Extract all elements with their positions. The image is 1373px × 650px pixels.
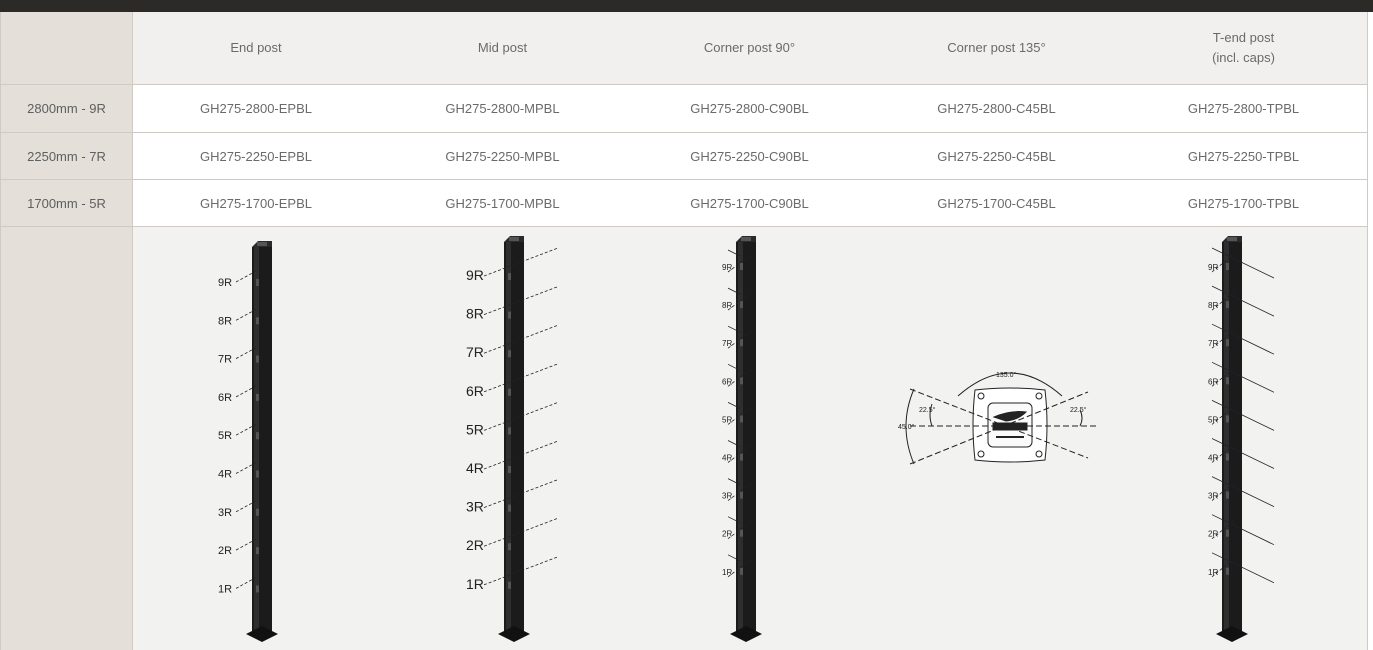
rail-label: 7R	[466, 344, 484, 360]
end-post-diagram: 9R 8R 7R 6R 5R 4R 3R 2R 1R	[218, 241, 278, 642]
rail-label: 3R	[466, 499, 484, 515]
rail-label: 9R	[466, 267, 484, 283]
rail-label: 1R	[722, 568, 732, 577]
rail-label: 9R	[218, 277, 232, 289]
rail-label: 8R	[722, 301, 732, 310]
rail-label: 4R	[1208, 454, 1218, 463]
rail-label: 2R	[1208, 530, 1218, 539]
rail-label: 4R	[218, 469, 232, 481]
rail-label: 3R	[218, 507, 232, 519]
rail-label: 4R	[722, 454, 732, 463]
t-end-post-diagram: 9R 8R 7R 6R 5R 4R 3R 2R 1R	[1208, 236, 1275, 642]
post-diagrams: 9R 8R 7R 6R 5R 4R 3R 2R 1R 9R 8R 7R 6R 5R 4R 3R 2R 1R 9R 8R…	[218, 236, 1275, 642]
rail-label: 4R	[466, 460, 484, 476]
rail-label: 8R	[218, 315, 232, 327]
angle-label: 135.0°	[996, 371, 1017, 379]
rail-label: 1R	[466, 576, 484, 592]
rail-label: 8R	[466, 306, 484, 322]
rail-label: 1R	[218, 583, 232, 595]
angle-label: 45.0°	[898, 423, 915, 431]
rail-label: 6R	[466, 383, 484, 399]
rail-label: 5R	[722, 415, 732, 424]
mid-post-diagram: 9R 8R 7R 6R 5R 4R 3R 2R 1R	[466, 236, 559, 642]
rail-label: 2R	[722, 530, 732, 539]
corner-post-90-diagram: 9R 8R 7R 6R 5R 4R 3R 2R 1R	[722, 236, 762, 642]
rail-label: 9R	[722, 263, 732, 272]
rail-label: 5R	[466, 421, 484, 437]
rail-label: 7R	[1208, 339, 1218, 348]
rail-label: 1R	[1208, 568, 1218, 577]
rail-label: 3R	[722, 492, 732, 501]
rail-label: 8R	[1208, 301, 1218, 310]
rail-label: 7R	[218, 354, 232, 366]
corner-135-plan-view	[905, 372, 1098, 465]
rail-label: 7R	[722, 339, 732, 348]
rail-label: 6R	[218, 392, 232, 404]
rail-label: 6R	[1208, 377, 1218, 386]
angle-label: 22.5°	[1070, 406, 1087, 414]
rail-label: 3R	[1208, 492, 1218, 501]
rail-label: 2R	[466, 537, 484, 553]
rail-label: 2R	[218, 545, 232, 557]
rail-label: 5R	[218, 430, 232, 442]
rail-label: 9R	[1208, 263, 1218, 272]
angle-label: 22.5°	[919, 406, 936, 414]
rail-label: 5R	[1208, 415, 1218, 424]
rail-label: 6R	[722, 377, 732, 386]
